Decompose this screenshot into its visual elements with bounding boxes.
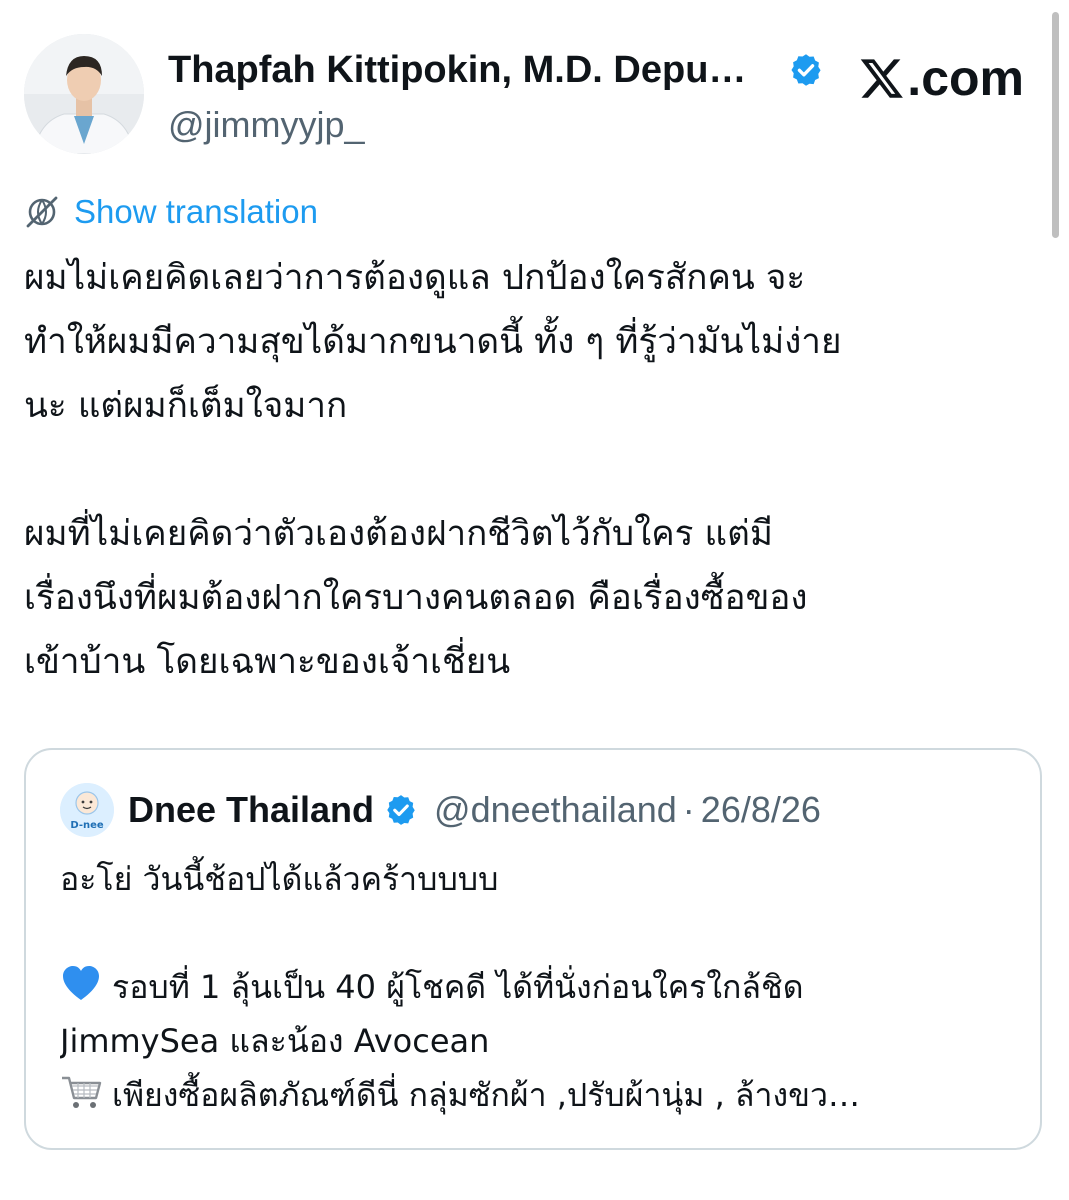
tweet-line: นะ แต่ผมก็เต็มใจมาก — [24, 386, 348, 426]
quoted-tweet-header: D-nee Dnee Thailand @dneethailand · 26/8… — [60, 783, 821, 837]
tweet-line: เรื่องนึงที่ผมต้องฝากใครบางคนตลอด คือเรื… — [24, 578, 808, 618]
shopping-cart-icon — [62, 1076, 102, 1108]
x-logo-icon — [861, 59, 904, 98]
verified-badge-icon — [791, 54, 821, 86]
quoted-avatar-text: D-nee — [70, 820, 104, 831]
quoted-author-name[interactable]: Dnee Thailand — [128, 789, 374, 831]
author-avatar[interactable] — [24, 34, 144, 154]
author-name[interactable]: Thapfah Kittipokin, M.D. Depu… — [168, 48, 778, 92]
scrollbar[interactable] — [1052, 12, 1059, 238]
verified-badge-icon — [387, 795, 415, 825]
tweet-line: เข้าบ้าน โดยเฉพาะของเจ้าเชี่ยน — [24, 642, 511, 682]
quoted-tweet-text: อะโย่ วันนี้ช้อปได้แล้วคร้าบบบบ รอบที่ 1… — [60, 852, 1020, 1122]
post-header: Thapfah Kittipokin, M.D. Depu… @jimmyyjp… — [24, 34, 1044, 156]
quote-line: อะโย่ วันนี้ช้อปได้แล้วคร้าบบบบ — [60, 860, 499, 898]
translation-label[interactable]: Show translation — [74, 192, 318, 232]
x-com-brand: .com — [859, 48, 1024, 108]
translate-icon — [26, 196, 58, 228]
quote-line: JimmySea และน้อง Avocean — [60, 1022, 490, 1060]
quote-line: รอบที่ 1 ลุ้นเป็น 40 ผู้โชคดี ได้ที่นั่ง… — [60, 960, 1020, 1014]
quote-line-text: รอบที่ 1 ลุ้นเป็น 40 ผู้โชคดี ได้ที่นั่ง… — [112, 968, 804, 1006]
tweet-line: ผมที่ไม่เคยคิดว่าตัวเองต้องฝากชีวิตไว้กั… — [24, 514, 773, 554]
tweet-line: ทำให้ผมมีความสุขได้มากขนาดนี้ ทั้ง ๆ ที่… — [24, 322, 842, 362]
tweet-line: ผมไม่เคยคิดเลยว่าการต้องดูแล ปกป้องใครสั… — [24, 258, 806, 298]
quoted-author-handle[interactable]: @dneethailand — [434, 789, 677, 831]
quoted-tweet-date[interactable]: 26/8/26 — [701, 789, 821, 831]
tweet-text: ผมไม่เคยคิดเลยว่าการต้องดูแล ปกป้องใครสั… — [24, 246, 1044, 694]
quote-line: เพียงซื้อผลิตภัณฑ์ดีนี่ กลุ่มซักผ้า ,ปรั… — [60, 1068, 1020, 1122]
quoted-author-avatar[interactable]: D-nee — [60, 783, 114, 837]
separator-dot: · — [682, 789, 695, 830]
x-com-text: .com — [907, 50, 1024, 106]
author-handle[interactable]: @jimmyyjp_ — [168, 104, 365, 146]
quoted-tweet-card[interactable]: D-nee Dnee Thailand @dneethailand · 26/8… — [24, 748, 1042, 1150]
show-translation-link[interactable]: Show translation — [24, 190, 318, 234]
quote-line-text: เพียงซื้อผลิตภัณฑ์ดีนี่ กลุ่มซักผ้า ,ปรั… — [112, 1076, 860, 1114]
blue-heart-icon — [63, 966, 99, 1000]
